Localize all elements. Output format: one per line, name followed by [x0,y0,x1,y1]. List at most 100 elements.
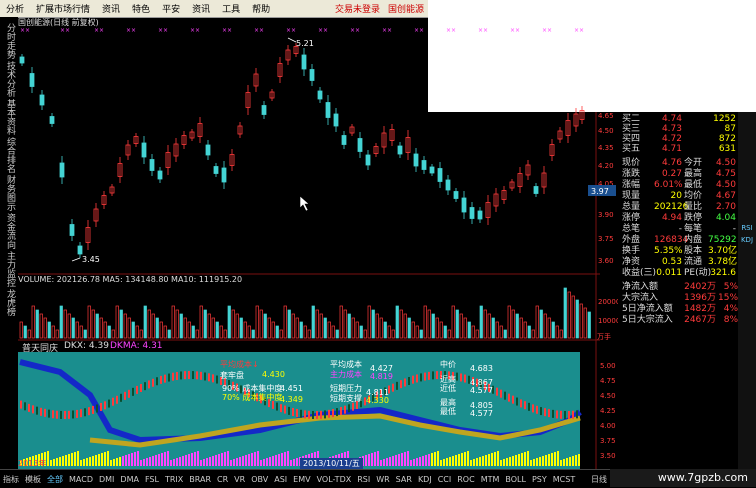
short-support-value: 4.330 [366,396,389,405]
indicator-candle [456,372,458,381]
indicator-tab-kdj[interactable]: KDJ [415,475,435,484]
black-overlay-box [252,230,504,258]
rsi-tool-button[interactable]: RSI [739,224,755,235]
indicator-histogram [518,454,520,466]
indicator-histogram [212,456,214,466]
indicator-tab-vr[interactable]: VR [231,475,248,484]
volume-bar [95,313,99,339]
buy-marker: ×× [94,27,104,34]
indicator-histogram [68,454,70,466]
indicator-candle [208,373,210,382]
indicator-candle [140,383,142,392]
volume-bar [547,317,551,339]
indicator-tab-指标[interactable]: 指标 [0,474,22,485]
indicator-histogram [527,451,529,466]
indicator-tab-emv[interactable]: EMV [290,475,313,484]
indicator-tab-brar[interactable]: BRAR [186,475,214,484]
buy-marker: ×× [510,27,520,34]
indicator-histogram [536,458,538,466]
candle-body [397,145,403,155]
volume-bar [31,305,35,339]
indicator-histogram [269,457,271,466]
indicator-candle [136,385,138,394]
indicator-tab-sar[interactable]: SAR [393,475,415,484]
volume-bar [323,317,327,339]
indicator-histogram [197,451,199,466]
quote-label-2: 跌停 [684,213,703,223]
indicator-histogram [95,455,97,466]
indicator-tab-cr[interactable]: CR [214,475,231,484]
volume-bar [75,321,79,339]
price-axis-label: 4.50 [598,127,614,135]
indicator-candle [288,406,290,415]
candle-body [149,159,155,171]
indicator-tab-dmi[interactable]: DMI [96,475,117,484]
volume-bar [399,309,403,339]
indicator-candle [56,410,58,419]
buy-marker: ×× [478,27,488,34]
indicator-tab-roc[interactable]: ROC [454,475,477,484]
indicator-histogram [473,459,475,466]
indicator-tab-wr[interactable]: WR [373,475,392,484]
indicator-histogram [209,457,211,466]
indicator-tab-dma[interactable]: DMA [117,475,142,484]
quote-row: 换手 5.35% 股本 3.70亿 [622,246,738,257]
candlestick-chart: ×× ×× ×× ×× ×× ×× ×× ×× ×× ×× ×× ×× ×× ×× ×× ×× ×× ×× [19,27,585,258]
indicator-histogram [569,457,571,466]
flow-value: 2402万 [684,282,716,292]
candle-body [77,245,83,255]
buy-marker: ×× [158,27,168,34]
indicator-candle [536,405,538,414]
quote-label: 外盘 [622,235,641,245]
indicator-tab-mcst[interactable]: MCST [550,475,578,484]
volume-bar [507,305,511,339]
indicator-tab-macd[interactable]: MACD [66,475,96,484]
buy-marker: ×× [126,27,136,34]
kdj-tool-button[interactable]: KDJ [739,236,755,247]
indicator-tab-rsi[interactable]: RSI [354,475,373,484]
volume-bar [55,329,59,339]
volume-bar [155,317,159,339]
indicator-tab-trix[interactable]: TRIX [162,475,186,484]
indicator-histogram [224,452,226,466]
indicator-histogram [185,455,187,466]
quote-label: 涨停 [622,213,641,223]
buy-marker: ×× [414,27,424,34]
fund-flow-row: 5日净流入额 1482万 4% [622,304,738,315]
indicator-histogram [242,456,244,466]
volume-bar [227,305,231,339]
indicator-candle [520,399,522,408]
indicator-histogram [284,452,286,466]
indicator-tab-cci[interactable]: CCI [435,475,455,484]
volume-bar [327,321,331,339]
volume-bar [391,329,395,339]
indicator-candle [132,387,134,396]
indicator-tab-模板[interactable]: 模板 [22,474,44,485]
indicator-tab-mtm[interactable]: MTM [478,475,503,484]
volume-bar [379,317,383,339]
indicator-tab-obv[interactable]: OBV [248,475,271,484]
indicator-histogram [215,455,217,466]
indicator-tab-asi[interactable]: ASI [271,475,290,484]
mouse-cursor-icon [299,195,310,212]
period-daily-tab[interactable]: 日线 [588,474,610,485]
indicator-tab-psy[interactable]: PSY [529,475,550,484]
buy-marker: ×× [254,27,264,34]
volume-bar [39,313,43,339]
indicator-candle [328,409,330,418]
indicator-histogram [482,456,484,466]
volume-bar [47,321,51,339]
indicator-histogram [563,459,565,466]
indicator-tab-boll[interactable]: BOLL [502,475,529,484]
buy-marker: ×× [190,27,200,34]
volume-bar [355,321,359,339]
indicator-candle [164,374,166,383]
volume-bar [491,317,495,339]
indicator-tab-fsl[interactable]: FSL [142,475,162,484]
indicator-histogram [50,460,52,466]
indicator-tab-vol-tdx[interactable]: VOL-TDX [314,475,355,484]
indicator-histogram [101,453,103,466]
indicator-tab-全部[interactable]: 全部 [44,474,66,485]
candle-body [261,105,267,115]
cost-conc-70-label: 70% 成本集中度 [222,393,283,402]
